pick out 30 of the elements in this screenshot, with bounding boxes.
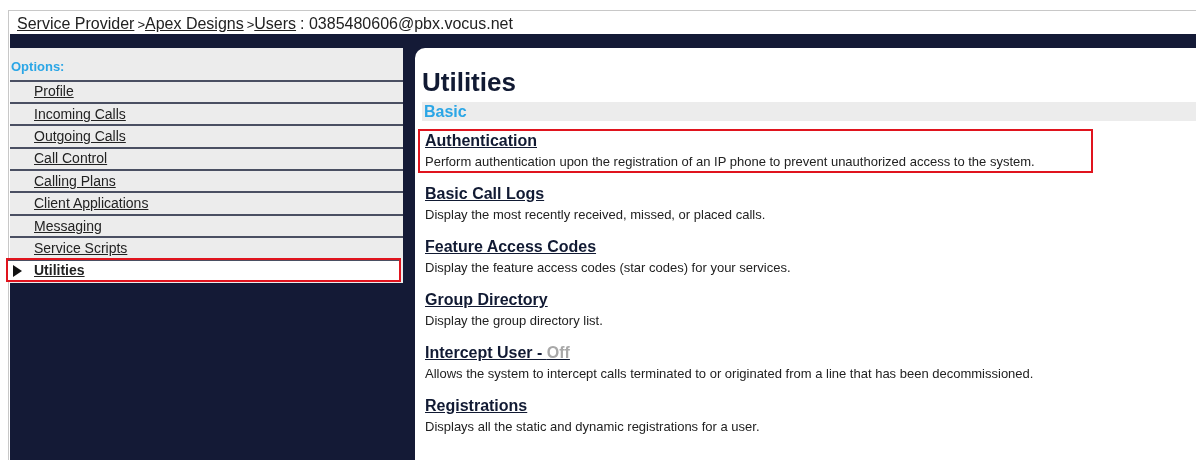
page-title: Utilities [422,66,517,98]
utility-description: Displays all the static and dynamic registrations for a user. [425,419,761,435]
utility-description: Display the group directory list. [425,313,604,329]
sidebar-item[interactable]: Messaging [10,213,403,237]
utility-link[interactable]: Registrations [425,397,528,415]
sidebar-item[interactable]: Profile [10,79,403,102]
pointer-icon [12,264,23,277]
breadcrumb-link[interactable]: Apex Designs [144,12,244,36]
sidebar-item[interactable]: Calling Plans [10,169,403,192]
utility-description: Display the most recently received, missed, or placed calls. [425,207,767,223]
utility-link[interactable]: Feature Access Codes [425,238,597,256]
sidebar-item[interactable]: Incoming Calls [10,101,403,125]
utility-link[interactable]: Basic Call Logs [425,185,545,203]
sidebar-item[interactable]: Client Applications [10,191,403,214]
sidebar-item[interactable]: Utilities [7,258,400,281]
user-address: : 0385480606@pbx.vocus.net [299,14,513,34]
breadcrumb-link[interactable]: Users [254,12,297,36]
sidebar-item[interactable]: Outgoing Calls [10,124,403,147]
utility-link[interactable]: Authentication [425,132,537,150]
utility-description: Perform authentication upon the registration of an IP phone to prevent unauthorized access to the system. [425,154,1036,170]
breadcrumb-separator: > [136,16,145,34]
utility-description: Allows the system to intercept calls terminated to or originated from a line that has been decommissioned. [425,366,1035,382]
utility-link[interactable]: Group Directory [425,291,548,309]
breadcrumb-separator: > [245,16,255,34]
section-header: Basic [422,102,1196,121]
breadcrumb-link[interactable]: Service Provider [17,12,135,36]
sidebar-item[interactable]: Call Control [10,146,403,170]
utility-description: Display the feature access codes (star codes) for your services. [425,260,792,276]
utility-link[interactable]: Intercept User - Off [425,344,570,362]
sidebar-heading: Options: [10,58,66,76]
